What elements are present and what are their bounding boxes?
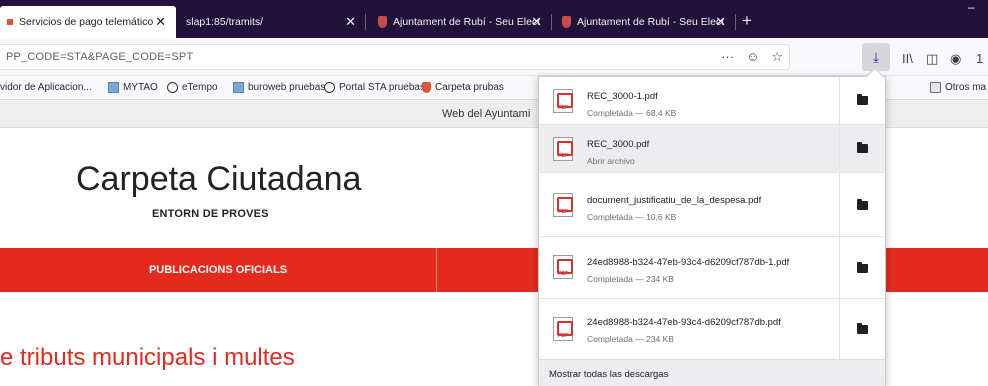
download-filename: REC_3000.pdf [587, 139, 650, 150]
tab-ajuntament-rubi-1[interactable]: Ajuntament de Rubí - Seu Elect ✕ [372, 6, 552, 38]
tab-title: slap1:85/tramits/ [186, 16, 264, 28]
bookmark-label: Otros ma [945, 82, 987, 93]
download-filename: 24ed8988-b324-47eb-93c4-d6209cf787db.pdf [587, 317, 781, 328]
tab-close-icon[interactable]: ✕ [715, 14, 726, 30]
pdf-file-icon: PDF [553, 193, 573, 217]
pdf-file-icon: PDF [553, 89, 573, 113]
download-status: Abrir archivo [587, 156, 635, 166]
tab-separator [365, 14, 366, 30]
section-title: e tributs municipals i multes [0, 344, 295, 371]
account-icon[interactable]: ◉ [950, 51, 961, 67]
tab-close-icon[interactable]: ✕ [531, 14, 542, 30]
nav-bar: PP_CODE=STA&PAGE_CODE=SPT ··· ☺ ☆ ⤓ II\ … [0, 38, 988, 76]
folder-icon [930, 82, 941, 93]
download-filename: document_justificatiu_de_la_despesa.pdf [587, 195, 762, 206]
bookmark-carpeta[interactable]: Carpeta prubas [422, 82, 504, 93]
top-bar-link[interactable]: Web del Ayuntami [442, 108, 530, 120]
rubi-shield-icon [562, 16, 571, 28]
download-item[interactable]: PDF REC_3000-1.pdf Completada — 68,4 KB [539, 77, 885, 125]
tab-ajuntament-rubi-2[interactable]: Ajuntament de Rubí - Seu Elect ✕ [556, 6, 736, 38]
url-bar[interactable]: PP_CODE=STA&PAGE_CODE=SPT ··· ☺ ☆ [0, 44, 790, 70]
globe-icon [324, 82, 335, 93]
shield-icon [422, 82, 431, 93]
tab-title: Ajuntament de Rubí - Seu Elect [393, 16, 541, 28]
download-item[interactable]: PDF REC_3000.pdf Abrir archivo [539, 125, 885, 173]
new-tab-button[interactable]: + [742, 12, 752, 30]
folder-icon[interactable] [857, 262, 868, 273]
show-all-downloads-button[interactable]: Mostrar todas las descargas [539, 359, 885, 386]
tab-title: Ajuntament de Rubí - Seu Elect [577, 16, 725, 28]
page-subtitle: ENTORN DE PROVES [152, 208, 269, 220]
folder-icon[interactable] [857, 199, 868, 210]
bookmark-label: vidor de Aplicacion... [0, 82, 92, 93]
bookmark-servidor[interactable]: vidor de Aplicacion... [0, 82, 92, 93]
bookmark-label: MYTAO [123, 82, 158, 93]
download-status: Completada — 234 KB [587, 334, 674, 344]
folder-icon[interactable] [857, 94, 868, 105]
tab-close-icon[interactable]: ✕ [345, 14, 356, 30]
tab-separator [735, 14, 736, 30]
tab-separator [551, 14, 552, 30]
bookmark-label: Carpeta prubas [435, 82, 504, 93]
bookmark-portal-sta[interactable]: Portal STA pruebas [324, 82, 425, 93]
url-text[interactable]: PP_CODE=STA&PAGE_CODE=SPT [6, 51, 193, 63]
image-icon [108, 82, 119, 93]
bookmark-label: buroweb pruebas [248, 82, 326, 93]
globe-icon [167, 82, 178, 93]
pdf-file-icon: PDF [553, 317, 573, 341]
tab-servicios-pago[interactable]: Servicios de pago telemático ✕ [0, 6, 176, 38]
overflow-menu-icon[interactable]: 1 [976, 51, 983, 66]
pocket-icon[interactable]: ☺ [746, 49, 759, 65]
folder-icon[interactable] [857, 323, 868, 334]
download-divider [839, 237, 840, 299]
show-all-label: Mostrar todas las descargas [549, 369, 669, 380]
bookmark-label: Portal STA pruebas [339, 82, 425, 93]
tab-slap-tramits[interactable]: slap1:85/tramits/ ✕ [176, 6, 366, 38]
download-divider [839, 299, 840, 359]
tab-favicon-icon [7, 19, 13, 25]
library-icon[interactable]: II\ [902, 51, 913, 66]
download-status: Completada — 10,6 KB [587, 212, 677, 222]
tab-close-icon[interactable]: ✕ [155, 14, 166, 30]
bookmark-star-icon[interactable]: ☆ [771, 49, 783, 65]
tab-title: Servicios de pago telemático [19, 16, 154, 28]
image-icon [233, 82, 244, 93]
page-title: Carpeta Ciutadana [76, 160, 362, 198]
download-item[interactable]: PDF document_justificatiu_de_la_despesa.… [539, 173, 885, 237]
sidebar-icon[interactable]: ◫ [926, 51, 938, 67]
pdf-file-icon: PDF [553, 137, 573, 161]
menu-divider [436, 248, 437, 292]
bookmark-buroweb[interactable]: buroweb pruebas [233, 82, 325, 93]
minimize-button[interactable]: – [968, 0, 975, 14]
bookmark-mytao[interactable]: MYTAO [108, 82, 158, 93]
downloads-panel: PDF REC_3000-1.pdf Completada — 68,4 KB … [538, 67, 886, 386]
download-filename: REC_3000-1.pdf [587, 91, 658, 102]
download-item[interactable]: PDF 24ed8988-b324-47eb-93c4-d6209cf787db… [539, 299, 885, 359]
page-actions-icon[interactable]: ··· [721, 49, 734, 65]
pdf-file-icon: PDF [553, 255, 573, 279]
download-status: Completada — 68,4 KB [587, 108, 677, 118]
tab-strip: Servicios de pago telemático ✕ slap1:85/… [0, 0, 988, 38]
download-item[interactable]: PDF 24ed8988-b324-47eb-93c4-d6209cf787db… [539, 237, 885, 299]
download-divider [839, 173, 840, 237]
bookmark-label: eTempo [182, 82, 218, 93]
bookmark-otros[interactable]: Otros ma [930, 82, 986, 93]
download-status: Completada — 234 KB [587, 274, 674, 284]
downloads-icon[interactable]: ⤓ [862, 43, 890, 71]
bookmark-etempo[interactable]: eTempo [167, 82, 218, 93]
menu-publicacions-oficials[interactable]: PUBLICACIONS OFICIALS [0, 248, 436, 292]
download-divider [839, 77, 840, 125]
download-filename: 24ed8988-b324-47eb-93c4-d6209cf787db-1.p… [587, 257, 790, 268]
folder-icon[interactable] [857, 142, 868, 153]
download-divider [839, 125, 840, 173]
rubi-shield-icon [378, 16, 387, 28]
